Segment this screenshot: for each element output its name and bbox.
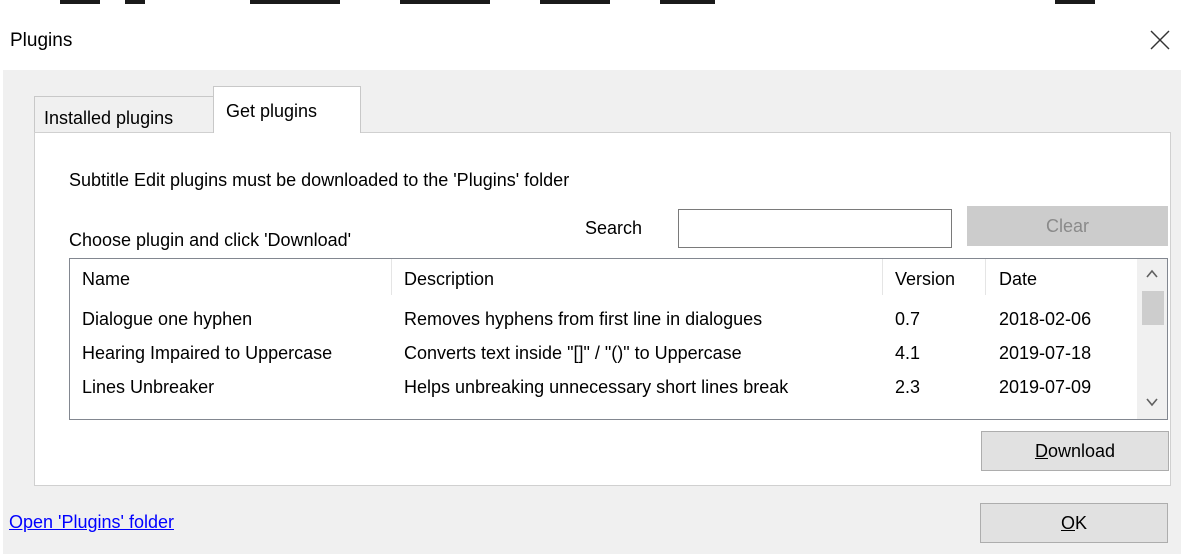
ok-button-label: K [1075,512,1088,533]
row-name: Hearing Impaired to Uppercase [82,343,333,363]
scrollbar-thumb[interactable] [1142,291,1164,325]
close-icon [1150,30,1170,50]
row-date: 2018-02-06 [999,309,1092,329]
column-header-date[interactable]: Date [999,269,1037,290]
column-header-description[interactable]: Description [404,269,494,290]
tab-get-plugins-label: Get plugins [226,101,318,121]
info-text: Subtitle Edit plugins must be downloaded… [69,170,570,190]
close-button[interactable] [1140,20,1180,60]
row-date: 2019-07-09 [999,377,1092,397]
row-date: 2019-07-18 [999,343,1092,363]
tab-installed-plugins[interactable]: Installed plugins [34,96,214,134]
row-version: 0.7 [895,309,921,329]
column-separator[interactable] [985,259,986,295]
search-input[interactable] [678,209,952,248]
row-name: Lines Unbreaker [82,377,215,397]
row-description: Converts text inside "[]" / "()" to Uppe… [404,343,742,363]
scroll-down-icon [1146,398,1158,407]
ok-mnemonic: O [1060,512,1075,533]
get-plugins-panel: Subtitle Edit plugins must be downloaded… [34,132,1171,486]
tab-get-plugins[interactable]: Get plugins [213,86,361,133]
plugins-list[interactable]: Name Description Version Date Dialogue o… [69,258,1168,420]
scroll-up-button[interactable] [1137,259,1167,289]
column-header-name[interactable]: Name [82,269,130,290]
download-mnemonic: D [1034,440,1048,461]
scroll-up-icon [1146,269,1158,278]
row-name: Dialogue one hyphen [82,309,253,329]
column-header-version[interactable]: Version [895,269,955,290]
row-version: 2.3 [895,377,921,397]
tab-installed-plugins-label: Installed plugins [44,108,174,128]
clear-button-label: Clear [1045,215,1089,236]
choose-plugin-text: Choose plugin and click 'Download' [69,230,352,250]
download-button-label: ownload [1047,440,1116,461]
download-button[interactable]: Download [981,431,1169,471]
column-separator[interactable] [882,259,883,295]
clear-button[interactable]: Clear [967,206,1168,246]
vertical-scrollbar[interactable] [1137,259,1167,419]
row-description: Helps unbreaking unnecessary short lines… [404,377,789,397]
row-version: 4.1 [895,343,921,363]
window-left-edge [0,14,3,554]
window-title: Plugins [10,30,73,51]
scroll-down-button[interactable] [1137,387,1167,417]
ok-button[interactable]: OK [980,503,1168,543]
background-window-strip [0,0,1181,14]
open-plugins-folder-link[interactable]: Open 'Plugins' folder [9,512,174,533]
row-description: Removes hyphens from first line in dialo… [404,309,763,329]
column-separator[interactable] [391,259,392,295]
search-label: Search [585,218,643,238]
title-bar: Plugins [0,14,1181,70]
